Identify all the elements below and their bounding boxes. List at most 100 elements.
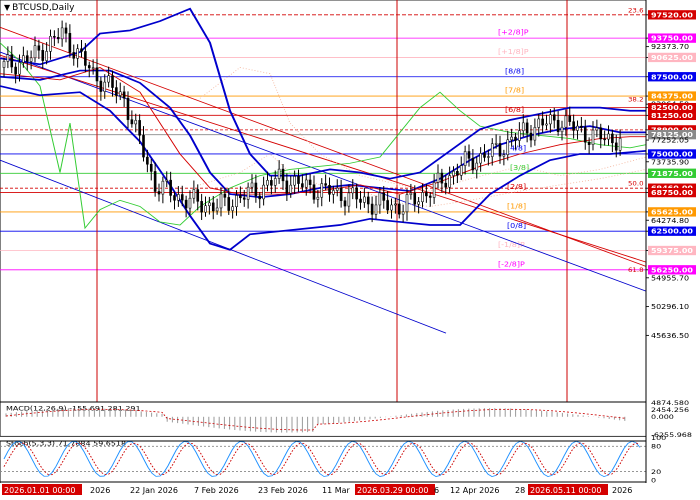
candle-body	[618, 138, 622, 151]
stochastic-axis-label: 80	[651, 443, 662, 451]
price-axis-label: 73735.90	[651, 158, 689, 166]
candle-body	[165, 179, 169, 182]
candle-body	[533, 127, 537, 141]
candle-body	[142, 135, 145, 158]
time-axis-label: 7 Feb 2026	[194, 486, 239, 495]
candle-body	[514, 136, 517, 141]
candle-body	[107, 75, 110, 83]
candle-body	[363, 196, 366, 203]
time-axis-label: 6	[434, 486, 439, 495]
candle-body	[18, 62, 21, 75]
time-axis-label: 12 Apr 2026	[450, 486, 499, 495]
candle-body	[347, 192, 351, 207]
candle-body	[242, 197, 246, 200]
candle-body	[599, 127, 603, 140]
candle-body	[273, 178, 277, 186]
candle-body	[421, 192, 424, 203]
candle-body	[219, 193, 223, 209]
candle-body	[614, 142, 618, 151]
candle-body	[134, 120, 138, 125]
candle-body	[572, 121, 575, 131]
candle-body	[277, 168, 281, 179]
candle-body	[297, 176, 300, 184]
candle-body	[494, 143, 498, 145]
candle-body	[370, 203, 374, 215]
candle-body	[227, 197, 231, 211]
time-axis-label: 23 Feb 2026	[258, 486, 308, 495]
stochastic-axis-label: 0	[651, 476, 657, 484]
candle-body	[549, 114, 552, 125]
candle-body	[456, 171, 459, 176]
candle-body	[192, 189, 196, 199]
candle-body	[29, 57, 33, 62]
macd-axis-label: 0.000	[651, 413, 674, 421]
candle-body	[231, 206, 234, 211]
candle-body	[366, 196, 370, 205]
murrey-level-label: [8/8]	[505, 67, 524, 75]
candle-body	[467, 151, 471, 159]
candle-body	[153, 171, 157, 192]
candle-body	[161, 180, 165, 195]
candle-body	[312, 184, 316, 200]
candle-body	[41, 50, 45, 61]
murrey-level-label: [-2/8]P	[498, 260, 525, 268]
candle-body	[444, 182, 448, 188]
fibo-level-label: 23.6	[628, 7, 644, 14]
candle-body	[95, 67, 99, 82]
candle-body	[293, 176, 296, 186]
price-axis-label: 71875.00	[651, 169, 693, 177]
candle-body	[603, 138, 606, 141]
candle-body	[413, 192, 417, 205]
candle-body	[49, 36, 52, 52]
time-axis-label: 11 Mar	[322, 486, 351, 495]
price-axis-label: 68750.00	[651, 189, 693, 197]
price-axis-label: 93750.00	[651, 34, 693, 42]
murrey-level-label: [+1/8]P	[498, 48, 529, 56]
candle-body	[521, 122, 525, 131]
murrey-level-label: [+2/8]P	[498, 28, 529, 36]
stochastic-axis-label: 100	[651, 434, 667, 442]
candle-body	[180, 194, 184, 201]
candle-body	[397, 203, 401, 215]
candle-body	[448, 175, 451, 188]
candle-body	[452, 171, 455, 176]
candle-body	[84, 51, 87, 66]
candle-body	[304, 179, 308, 188]
candle-body	[254, 182, 258, 197]
candle-body	[173, 195, 176, 201]
candle-body	[401, 211, 405, 215]
candle-body	[374, 204, 378, 215]
price-axis-label: 77252.05	[651, 136, 689, 144]
candle-body	[235, 195, 238, 207]
candle-body	[56, 37, 60, 40]
stoch-pane-frame	[0, 440, 647, 489]
candle-body	[339, 187, 343, 201]
candle-body	[568, 115, 572, 122]
candle-body	[130, 119, 134, 125]
murrey-level-label: [6/8]	[505, 106, 524, 114]
candle-body	[580, 125, 583, 128]
candle-body	[490, 143, 494, 157]
candle-body	[208, 202, 211, 206]
time-axis-label: 2026.03.29 00:00	[357, 486, 428, 495]
symbol-label: BTCUSD,Daily	[12, 3, 75, 13]
candle-body	[425, 192, 428, 197]
price-chart[interactable]: [+2/8]P[+1/8]P[8/8][7/8][6/8][4/8][3/8][…	[0, 0, 700, 500]
candle-body	[76, 48, 79, 59]
price-axis-label: 45636.50	[651, 332, 689, 340]
candle-body	[111, 75, 114, 88]
time-axis-label: 2026	[90, 486, 110, 495]
candle-body	[196, 189, 200, 202]
candle-body	[87, 65, 91, 69]
time-axis-label: 2026	[612, 486, 632, 495]
candle-body	[394, 203, 397, 206]
candle-body	[14, 66, 17, 75]
time-axis-label: 2026.05.11 00:00	[530, 486, 601, 495]
candle-body	[556, 119, 560, 133]
candle-body	[525, 122, 529, 134]
candle-body	[37, 45, 41, 51]
price-axis-label: 59375.00	[651, 247, 693, 255]
candle-body	[378, 192, 382, 206]
chart-content: [+2/8]P[+1/8]P[8/8][7/8][6/8][4/8][3/8][…	[0, 0, 700, 489]
candle-body	[328, 185, 331, 195]
